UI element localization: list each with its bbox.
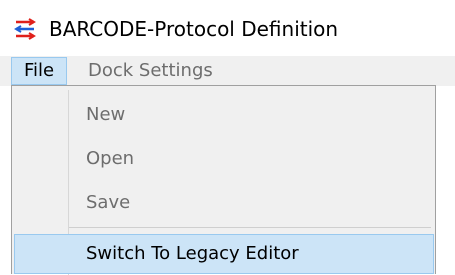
window-title: BARCODE-Protocol Definition: [49, 17, 339, 41]
menu-dock-settings[interactable]: Dock Settings: [88, 57, 213, 85]
title-bar: BARCODE-Protocol Definition: [0, 0, 455, 56]
menu-item-label: Open: [86, 148, 135, 169]
menu-separator: [69, 227, 431, 228]
menu-item-new[interactable]: New: [14, 95, 434, 135]
app-icon: [14, 18, 36, 40]
menu-file[interactable]: File: [11, 57, 67, 85]
menu-item-label: Save: [86, 192, 131, 213]
menu-item-label: Switch To Legacy Editor: [86, 243, 299, 264]
menu-bar: [0, 56, 455, 86]
menu-item-save[interactable]: Save: [14, 183, 434, 223]
menu-item-label: New: [86, 104, 126, 125]
file-dropdown-menu: New Open Save Switch To Legacy Editor: [11, 85, 436, 275]
menu-item-switch-to-legacy-editor[interactable]: Switch To Legacy Editor: [14, 234, 434, 274]
menu-item-open[interactable]: Open: [14, 139, 434, 179]
